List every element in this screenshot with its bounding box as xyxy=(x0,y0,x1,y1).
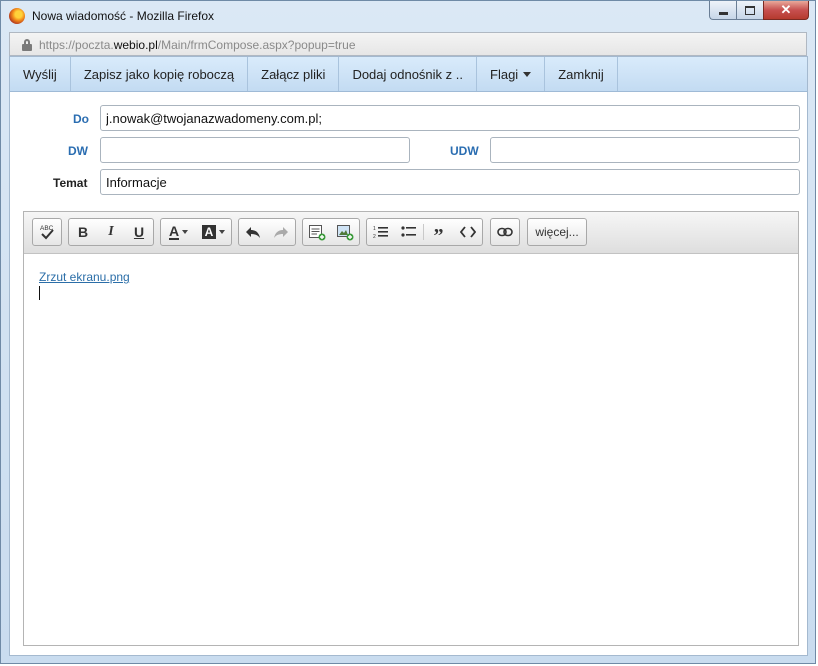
spellcheck-icon: ABC xyxy=(40,225,54,240)
ordered-list-button[interactable]: 1 2 xyxy=(367,219,395,245)
insert-image-icon xyxy=(337,225,354,241)
insert-table-button[interactable] xyxy=(303,219,331,245)
link-button[interactable] xyxy=(491,219,519,245)
blockquote-icon: ” xyxy=(433,224,444,247)
text-cursor xyxy=(39,286,40,300)
link-icon xyxy=(497,227,513,237)
compose-page: Wyślij Zapisz jako kopię roboczą Załącz … xyxy=(9,56,808,656)
italic-button[interactable]: I xyxy=(97,219,125,245)
close-window-button[interactable]: ✕ xyxy=(763,1,809,20)
font-color-icon: A xyxy=(168,222,180,240)
window-title: Nowa wiadomość - Mozilla Firefox xyxy=(32,9,215,23)
close-icon: ✕ xyxy=(780,2,792,17)
url-text: https://poczta.webio.pl/Main/frmCompose.… xyxy=(39,38,356,52)
chevron-down-icon xyxy=(523,71,532,77)
close-button[interactable]: Zamknij xyxy=(545,57,618,91)
unordered-list-icon xyxy=(401,226,416,237)
underline-button[interactable]: U xyxy=(125,219,153,245)
title-bar[interactable]: Nowa wiadomość - Mozilla Firefox ✕ xyxy=(1,1,815,31)
minimize-button[interactable] xyxy=(709,1,736,20)
to-field[interactable] xyxy=(100,105,800,131)
spellcheck-button[interactable]: ABC xyxy=(33,219,61,245)
subject-label: Temat xyxy=(53,176,88,190)
maximize-icon xyxy=(745,5,755,15)
maximize-button[interactable] xyxy=(736,1,763,20)
redo-icon xyxy=(274,227,288,238)
source-code-button[interactable] xyxy=(453,219,482,245)
underline-icon: U xyxy=(133,224,145,240)
cc-field[interactable] xyxy=(100,137,410,163)
flags-dropdown-button[interactable]: Flagi xyxy=(477,57,546,91)
svg-text:1: 1 xyxy=(373,226,376,232)
firefox-icon xyxy=(9,8,25,24)
redo-button[interactable] xyxy=(267,219,295,245)
add-link-button[interactable]: Dodaj odnośnik z .. xyxy=(339,57,478,91)
insert-image-button[interactable] xyxy=(331,219,359,245)
font-color-button[interactable]: A xyxy=(161,219,196,245)
ordered-list-icon: 1 2 xyxy=(373,226,388,239)
send-button[interactable]: Wyślij xyxy=(10,57,71,91)
bcc-field[interactable] xyxy=(490,137,800,163)
attachment-link[interactable]: Zrzut ekranu.png xyxy=(39,270,130,284)
editor-body[interactable]: Zrzut ekranu.png xyxy=(24,254,798,645)
unordered-list-button[interactable] xyxy=(395,219,423,245)
undo-button[interactable] xyxy=(239,219,267,245)
background-color-button[interactable]: A xyxy=(196,219,231,245)
insert-table-icon xyxy=(309,225,326,241)
blockquote-button[interactable]: ” xyxy=(424,219,453,247)
address-bar[interactable]: https://poczta.webio.pl/Main/frmCompose.… xyxy=(9,32,807,56)
more-button[interactable]: więcej... xyxy=(528,219,586,245)
bold-button[interactable]: B xyxy=(69,219,97,245)
browser-window: Nowa wiadomość - Mozilla Firefox ✕ https… xyxy=(0,0,816,664)
message-editor: ABC B I U A A 1 2 ” więcej... Zrzut ekra… xyxy=(23,211,799,646)
svg-text:2: 2 xyxy=(373,234,376,239)
to-label: Do xyxy=(73,112,89,126)
italic-icon: I xyxy=(108,224,114,239)
cc-label: DW xyxy=(68,144,88,158)
background-color-icon: A xyxy=(202,225,216,239)
subject-field[interactable] xyxy=(100,169,800,195)
editor-toolbar: ABC B I U A A 1 2 ” więcej... xyxy=(24,212,798,254)
minimize-icon xyxy=(718,11,728,15)
source-code-icon xyxy=(459,226,476,238)
bold-icon: B xyxy=(77,224,89,240)
attach-files-button[interactable]: Załącz pliki xyxy=(248,57,340,91)
save-draft-button[interactable]: Zapisz jako kopię roboczą xyxy=(71,57,249,91)
lock-icon xyxy=(22,39,32,51)
bcc-label: UDW xyxy=(450,144,479,158)
compose-toolbar: Wyślij Zapisz jako kopię roboczą Załącz … xyxy=(10,57,807,92)
undo-icon xyxy=(246,227,260,238)
